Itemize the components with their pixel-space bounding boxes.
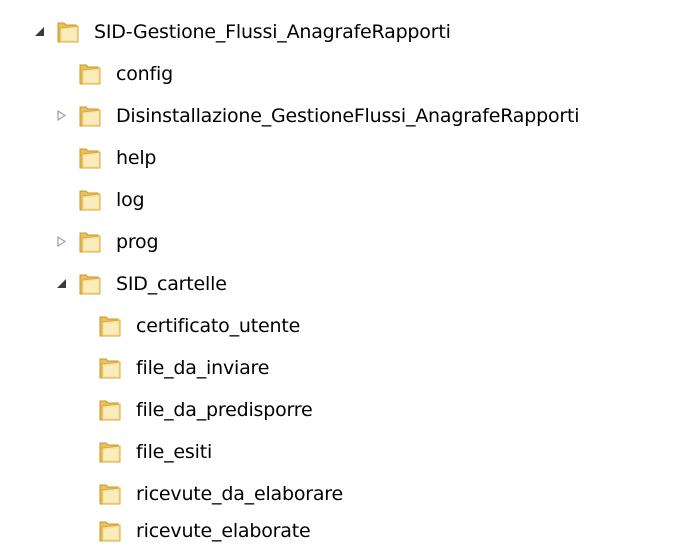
tree-item-label: file_da_inviare: [136, 357, 270, 379]
tree-item-label: SID-Gestione_Flussi_AnagrafeRapporti: [94, 21, 451, 43]
expanded-triangle-icon[interactable]: [34, 26, 45, 37]
expanded-triangle-icon[interactable]: [56, 278, 67, 289]
tree-item-prog[interactable]: prog: [0, 224, 682, 260]
folder-tree: SID-Gestione_Flussi_AnagrafeRapporti con…: [0, 0, 682, 549]
folder-icon: [79, 148, 101, 169]
tree-item-file-esiti[interactable]: file_esiti: [0, 434, 682, 470]
folder-icon: [79, 190, 101, 211]
tree-item-config[interactable]: config: [0, 56, 682, 92]
folder-icon: [99, 442, 121, 463]
collapsed-triangle-icon[interactable]: [56, 110, 67, 121]
tree-item-file-da-inviare[interactable]: file_da_inviare: [0, 350, 682, 386]
tree-item-ricevute-da-elaborare[interactable]: ricevute_da_elaborare: [0, 476, 682, 512]
tree-item-file-da-predisporre[interactable]: file_da_predisporre: [0, 392, 682, 428]
folder-icon: [79, 232, 101, 253]
folder-icon: [99, 316, 121, 337]
tree-item-label: ricevute_da_elaborare: [136, 483, 343, 505]
collapsed-triangle-icon[interactable]: [56, 236, 67, 247]
tree-item-label: file_da_predisporre: [136, 399, 313, 421]
tree-item-label: file_esiti: [136, 441, 213, 463]
tree-item-certificato-utente[interactable]: certificato_utente: [0, 308, 682, 344]
tree-item-label: Disinstallazione_GestioneFlussi_Anagrafe…: [116, 105, 580, 127]
tree-item-label: certificato_utente: [136, 315, 301, 337]
tree-item-log[interactable]: log: [0, 182, 682, 218]
folder-icon: [99, 521, 121, 542]
folder-icon: [57, 22, 79, 43]
tree-item-label: ricevute_elaborate: [136, 520, 311, 542]
folder-icon: [79, 64, 101, 85]
tree-item-help[interactable]: help: [0, 140, 682, 176]
folder-icon: [99, 484, 121, 505]
tree-item-label: config: [116, 63, 173, 85]
tree-item-label: help: [116, 147, 157, 169]
folder-icon: [99, 358, 121, 379]
folder-icon: [79, 106, 101, 127]
tree-item-label: log: [116, 189, 145, 211]
tree-item-sid-cartelle[interactable]: SID_cartelle: [0, 266, 682, 302]
tree-item-disinstallazione[interactable]: Disinstallazione_GestioneFlussi_Anagrafe…: [0, 98, 682, 134]
folder-icon: [79, 274, 101, 295]
tree-item-label: SID_cartelle: [116, 273, 227, 295]
tree-item-sid-gestione-flussi[interactable]: SID-Gestione_Flussi_AnagrafeRapporti: [0, 14, 682, 50]
folder-icon: [99, 400, 121, 421]
tree-item-label: prog: [116, 231, 159, 253]
tree-item-ricevute-elaborate[interactable]: ricevute_elaborate: [0, 513, 682, 549]
